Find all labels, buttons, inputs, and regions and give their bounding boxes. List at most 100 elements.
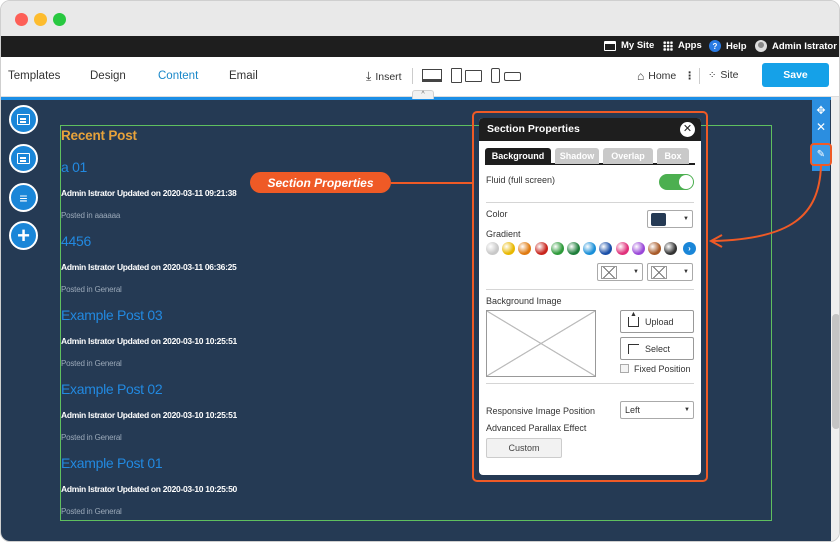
no-color-icon bbox=[651, 266, 667, 279]
post-title[interactable]: 4456 bbox=[61, 233, 91, 249]
tab-overlap[interactable]: Overlap bbox=[603, 148, 653, 164]
post-title[interactable]: a 01 bbox=[61, 159, 87, 175]
post-meta: Admin Istrator Updated on 2020-03-11 09:… bbox=[61, 188, 237, 198]
gradient-swatch[interactable] bbox=[534, 242, 548, 255]
gradient-swatch[interactable] bbox=[599, 242, 613, 255]
gradient-swatch[interactable] bbox=[502, 242, 516, 255]
gradient-swatch[interactable] bbox=[486, 242, 499, 255]
close-icon: ✕ bbox=[815, 120, 827, 134]
desktop-view-icon[interactable] bbox=[422, 69, 442, 82]
gradient-end-select[interactable]: ▼ bbox=[647, 263, 693, 281]
post-meta: Admin Istrator Updated on 2020-03-10 10:… bbox=[61, 484, 237, 494]
gradient-swatch[interactable] bbox=[631, 242, 645, 255]
select-image-button[interactable]: Select bbox=[620, 337, 694, 360]
gradient-swatch[interactable] bbox=[664, 242, 678, 255]
close-window-button[interactable] bbox=[15, 13, 28, 26]
responsive-position-select[interactable]: Left ▼ bbox=[620, 401, 694, 419]
save-button[interactable]: Save bbox=[762, 63, 829, 87]
gradient-swatch[interactable] bbox=[518, 242, 532, 255]
gradient-swatch[interactable] bbox=[615, 242, 629, 255]
tab-background[interactable]: Background bbox=[485, 148, 551, 164]
fluid-label: Fluid (full screen) bbox=[486, 175, 556, 185]
tab-design[interactable]: Design bbox=[90, 70, 126, 82]
browser-window: My Site Apps ? Help Admin Istrator Templ… bbox=[0, 0, 840, 542]
gradient-swatches: › bbox=[486, 242, 698, 255]
apps-label: Apps bbox=[678, 40, 702, 51]
home-label: Home bbox=[648, 70, 677, 82]
section-properties-callout: Section Properties bbox=[250, 172, 391, 193]
dialog-header: Section Properties ✕ bbox=[479, 118, 701, 141]
add-element-button[interactable]: + bbox=[9, 221, 38, 250]
fixed-position-checkbox[interactable] bbox=[620, 364, 629, 373]
chevron-down-icon: ▼ bbox=[683, 269, 689, 275]
more-vertical-icon: ⋮ bbox=[684, 70, 695, 82]
collapse-toolbar-tab[interactable]: ^ bbox=[412, 90, 434, 99]
post-category: Posted in General bbox=[61, 433, 122, 442]
edit-list-icon: ≡ bbox=[19, 189, 28, 206]
edit-content-button[interactable]: ≡ bbox=[9, 183, 38, 212]
user-menu[interactable]: Admin Istrator bbox=[755, 40, 837, 52]
sections-button[interactable] bbox=[9, 144, 38, 173]
phone-landscape-icon[interactable] bbox=[504, 72, 521, 81]
my-site-label: My Site bbox=[621, 40, 655, 51]
gradient-swatch[interactable] bbox=[550, 242, 564, 255]
divider bbox=[486, 383, 694, 384]
home-page-selector[interactable]: ⌂ Home ⋮ bbox=[637, 69, 695, 83]
phone-portrait-icon[interactable] bbox=[491, 68, 500, 83]
post-category: Posted in General bbox=[61, 507, 122, 516]
avatar bbox=[755, 40, 767, 52]
tab-box[interactable]: Box bbox=[657, 148, 689, 164]
post-title[interactable]: Example Post 03 bbox=[61, 307, 163, 323]
post-title[interactable]: Example Post 01 bbox=[61, 455, 163, 471]
maximize-window-button[interactable] bbox=[53, 13, 66, 26]
close-dialog-button[interactable]: ✕ bbox=[680, 122, 695, 137]
gradient-label: Gradient bbox=[486, 229, 521, 239]
tab-shadow[interactable]: Shadow bbox=[555, 148, 599, 164]
gradient-swatch[interactable] bbox=[583, 242, 597, 255]
home-icon: ⌂ bbox=[637, 69, 645, 83]
apps-link[interactable]: Apps bbox=[663, 40, 702, 51]
help-label: Help bbox=[726, 40, 747, 52]
responsive-position-value: Left bbox=[625, 405, 641, 415]
tablet-landscape-icon[interactable] bbox=[465, 70, 482, 82]
tab-content[interactable]: Content bbox=[158, 70, 198, 82]
tab-email[interactable]: Email bbox=[229, 70, 258, 82]
site-menu[interactable]: ⁘ Site bbox=[708, 69, 738, 81]
post-title[interactable]: Example Post 02 bbox=[61, 381, 163, 397]
post-category: Posted in General bbox=[61, 285, 122, 294]
chevron-right-icon[interactable]: › bbox=[683, 242, 696, 255]
gradient-start-select[interactable]: ▼ bbox=[597, 263, 643, 281]
my-site-link[interactable]: My Site bbox=[604, 40, 654, 51]
select-label: Select bbox=[645, 343, 671, 354]
section-properties-dialog: Section Properties ✕ Background Shadow O… bbox=[479, 118, 701, 475]
insert-button[interactable]: ⤓ Insert bbox=[366, 69, 402, 84]
upload-button[interactable]: Upload bbox=[620, 310, 694, 333]
window-titlebar bbox=[1, 1, 839, 36]
tab-templates[interactable]: Templates bbox=[8, 70, 60, 82]
help-icon: ? bbox=[709, 40, 721, 52]
browser-window-icon bbox=[604, 40, 616, 51]
custom-parallax-button[interactable]: Custom bbox=[486, 438, 562, 458]
edit-icon: ✎ bbox=[816, 149, 826, 160]
post-meta: Admin Istrator Updated on 2020-03-11 06:… bbox=[61, 262, 237, 272]
chevron-down-icon: ▼ bbox=[633, 269, 639, 275]
plus-icon: + bbox=[17, 222, 30, 248]
user-name: Admin Istrator bbox=[772, 40, 837, 52]
minimize-window-button[interactable] bbox=[34, 13, 47, 26]
layout-button[interactable] bbox=[9, 105, 38, 134]
gradient-swatch[interactable] bbox=[648, 242, 661, 255]
sections-icon bbox=[17, 153, 30, 164]
delete-section-button[interactable]: ✕ bbox=[812, 116, 830, 138]
post-category: Posted in aaaaaa bbox=[61, 211, 121, 220]
color-picker[interactable]: ▼ bbox=[647, 210, 693, 228]
recent-post-heading: Recent Post bbox=[61, 128, 137, 143]
divider bbox=[412, 68, 413, 84]
gradient-swatch[interactable] bbox=[567, 242, 580, 255]
section-properties-button[interactable]: ✎ bbox=[810, 143, 832, 166]
tablet-portrait-icon[interactable] bbox=[451, 68, 462, 83]
chevron-down-icon: ▼ bbox=[683, 216, 689, 222]
help-link[interactable]: ? Help bbox=[709, 40, 747, 52]
chevron-down-icon: ▼ bbox=[684, 407, 690, 413]
fluid-toggle[interactable] bbox=[659, 174, 694, 190]
scrollbar-thumb[interactable] bbox=[832, 314, 839, 429]
